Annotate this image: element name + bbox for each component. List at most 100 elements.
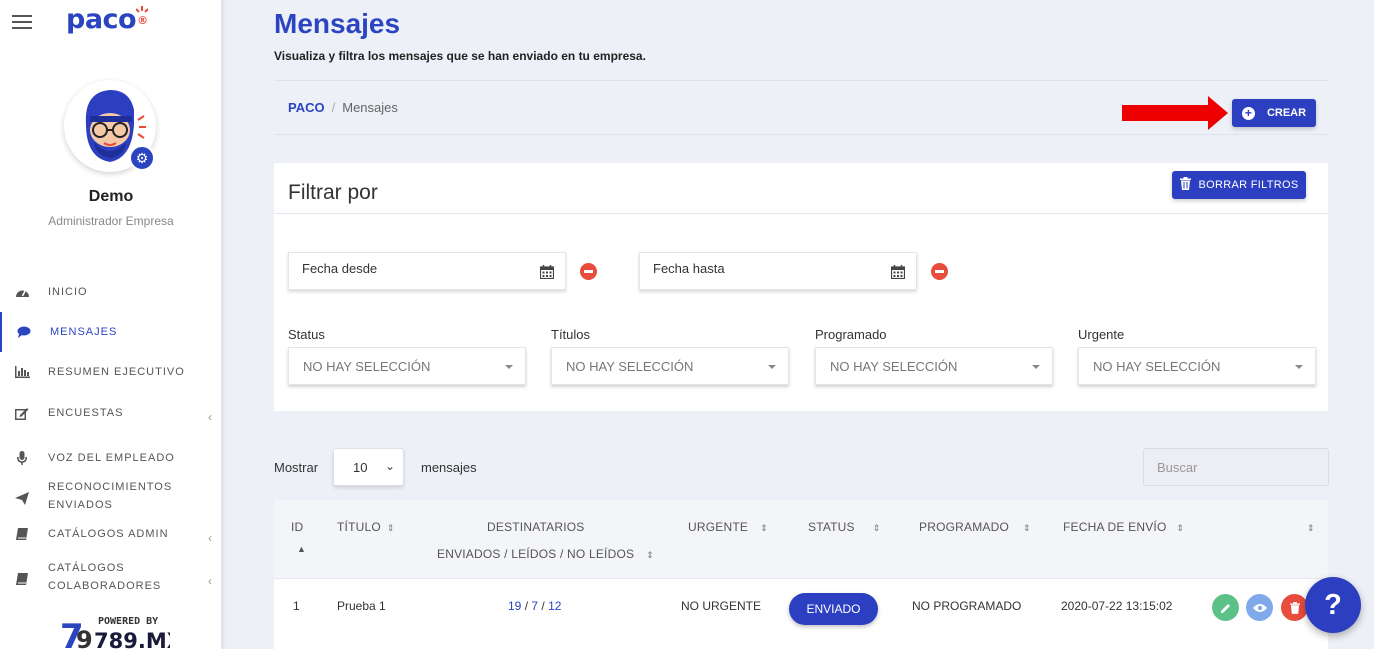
sort-asc-icon[interactable]: ▲ <box>297 544 306 554</box>
column-header-urgente[interactable]: URGENTE ⇕ <box>688 520 768 534</box>
sidebar-item-label: CATÁLOGOS <box>48 562 125 574</box>
sort-icon: ⇕ <box>872 523 881 533</box>
caret-down-icon <box>1032 365 1040 369</box>
divider <box>274 213 1328 214</box>
clear-filters-button[interactable]: BORRAR FILTROS <box>1172 171 1306 199</box>
sort-icon: ⇕ <box>1023 523 1031 533</box>
powered-by-logo: POWERED BY 789.MX 7 9 <box>60 612 183 649</box>
dashboard-icon <box>14 284 30 300</box>
svg-text:789.MX: 789.MX <box>94 629 170 649</box>
search-input[interactable] <box>1143 448 1329 486</box>
cell-programado: NO PROGRAMADO <box>912 599 1022 613</box>
sidebar-shadow <box>222 0 226 649</box>
app-logo[interactable]: paco® <box>66 4 148 35</box>
sidebar-item-encuestas[interactable]: ENCUESTAS ‹ <box>0 393 222 433</box>
filter-title: Filtrar por <box>288 181 378 204</box>
plus-circle-icon: + <box>1241 106 1255 120</box>
trash-icon <box>1289 601 1300 614</box>
sidebar-item-label: INICIO <box>48 286 88 298</box>
sort-icon: ⇕ <box>1307 523 1315 533</box>
chevron-left-icon: ‹ <box>208 410 212 424</box>
column-header-destinatarios[interactable]: DESTINATARIOS <box>487 520 585 534</box>
help-button[interactable]: ? <box>1305 577 1361 633</box>
chevron-left-icon: ‹ <box>208 531 212 545</box>
status-filter-label: Status <box>288 327 325 342</box>
titulos-filter-select[interactable]: NO HAY SELECCIÓN <box>551 347 789 385</box>
sidebar-item-label: ENCUESTAS <box>48 407 124 419</box>
column-header-programado[interactable]: PROGRAMADO ⇕ <box>919 520 1031 534</box>
chevron-left-icon: ‹ <box>208 574 212 588</box>
logo-spark-icon <box>136 6 148 13</box>
pencil-icon <box>1220 603 1230 613</box>
show-entries-label: Mostrar <box>274 460 319 475</box>
sidebar: paco® ⚙ Demo Administrador Empresa INICI… <box>0 0 222 649</box>
breadcrumb-current: Mensajes <box>342 100 398 115</box>
create-button[interactable]: + CREAR <box>1232 99 1316 127</box>
breadcrumb-home-link[interactable]: PACO <box>288 100 325 115</box>
sidebar-item-label: VOZ DEL EMPLEADO <box>48 452 175 464</box>
titulos-filter-label: Títulos <box>551 327 591 342</box>
edit-icon <box>14 405 30 421</box>
column-header-fecha[interactable]: FECHA DE ENVÍO ⇕ <box>1063 520 1184 534</box>
edit-button[interactable] <box>1212 594 1239 621</box>
table-header <box>274 500 1328 579</box>
column-header-titulo[interactable]: TÍTULO ⇕ <box>337 520 395 534</box>
page-size-select[interactable]: 10 ⌄ <box>333 448 404 486</box>
sidebar-item-label: ENVIADOS <box>48 499 113 511</box>
divider <box>274 134 1328 135</box>
cell-destinatarios: 19 / 7 / 12 <box>508 599 562 613</box>
trash-icon <box>1179 177 1191 193</box>
breadcrumb: PACO / Mensajes <box>288 100 398 115</box>
clear-date-to-button[interactable] <box>931 263 948 280</box>
cell-fecha: 2020-07-22 13:15:02 <box>1061 599 1173 613</box>
calendar-icon[interactable] <box>540 265 554 279</box>
user-name: Demo <box>88 188 134 205</box>
menu-toggle-icon[interactable] <box>12 15 32 29</box>
svg-text:POWERED BY: POWERED BY <box>98 616 158 627</box>
sort-icon: ⇕ <box>1176 523 1185 533</box>
caret-down-icon <box>1295 365 1303 369</box>
book-icon <box>14 526 30 542</box>
cell-id: 1 <box>293 599 300 613</box>
settings-gear-icon[interactable]: ⚙ <box>129 145 155 171</box>
delete-button[interactable] <box>1281 594 1308 621</box>
column-header-actions[interactable]: ⇕ <box>1307 520 1315 534</box>
sidebar-item-reconocimientos-enviados[interactable]: RECONOCIMIENTOS ENVIADOS <box>0 478 222 518</box>
sidebar-item-catalogos-colaboradores[interactable]: CATÁLOGOS COLABORADORES ‹ <box>0 559 222 599</box>
urgente-filter-label: Urgente <box>1078 327 1125 342</box>
sidebar-item-label: COLABORADORES <box>48 580 162 592</box>
clear-date-from-button[interactable] <box>580 263 597 280</box>
chat-bubble-icon <box>16 324 32 340</box>
column-header-id[interactable]: ID <box>291 520 303 534</box>
status-filter-select[interactable]: NO HAY SELECCIÓN <box>288 347 526 385</box>
sort-icon: ⇕ <box>386 523 395 533</box>
eye-icon <box>1252 603 1267 612</box>
column-subheader-destinatarios[interactable]: ENVIADOS / LEÍDOS / NO LEÍDOS ⇕ <box>437 547 654 561</box>
no-leidos-link[interactable]: 12 <box>548 599 561 613</box>
red-arrow-annotation <box>1122 96 1228 130</box>
sidebar-item-mensajes[interactable]: MENSAJES <box>0 312 222 352</box>
sort-icon: ⇕ <box>646 550 654 560</box>
column-header-status[interactable]: STATUS ⇕ <box>808 520 881 534</box>
sidebar-item-voz-del-empleado[interactable]: VOZ DEL EMPLEADO <box>0 438 222 478</box>
book-icon <box>14 571 30 587</box>
sidebar-item-label: RESUMEN EJECUTIVO <box>48 366 185 378</box>
chevron-down-icon: ⌄ <box>384 459 395 473</box>
leidos-link[interactable]: 7 <box>531 599 538 613</box>
view-button[interactable] <box>1246 594 1273 621</box>
sidebar-item-resumen-ejecutivo[interactable]: RESUMEN EJECUTIVO <box>0 352 222 392</box>
cell-urgente: NO URGENTE <box>681 599 762 613</box>
sidebar-item-inicio[interactable]: INICIO <box>0 272 222 312</box>
urgente-filter-select[interactable]: NO HAY SELECCIÓN <box>1078 347 1316 385</box>
date-from-field[interactable]: Fecha desde <box>288 252 566 290</box>
programado-filter-select[interactable]: NO HAY SELECCIÓN <box>815 347 1053 385</box>
caret-down-icon <box>768 365 776 369</box>
enviados-link[interactable]: 19 <box>508 599 521 613</box>
sidebar-item-label: CATÁLOGOS ADMIN <box>48 528 169 540</box>
sidebar-item-label: RECONOCIMIENTOS <box>48 481 173 493</box>
date-to-field[interactable]: Fecha hasta <box>639 252 917 290</box>
paper-plane-icon <box>14 490 30 506</box>
messages-table: ID ▲ TÍTULO ⇕ DESTINATARIOS ENVIADOS / LE… <box>274 500 1328 649</box>
sidebar-item-catalogos-admin[interactable]: CATÁLOGOS ADMIN ‹ <box>0 514 222 554</box>
calendar-icon[interactable] <box>891 265 905 279</box>
